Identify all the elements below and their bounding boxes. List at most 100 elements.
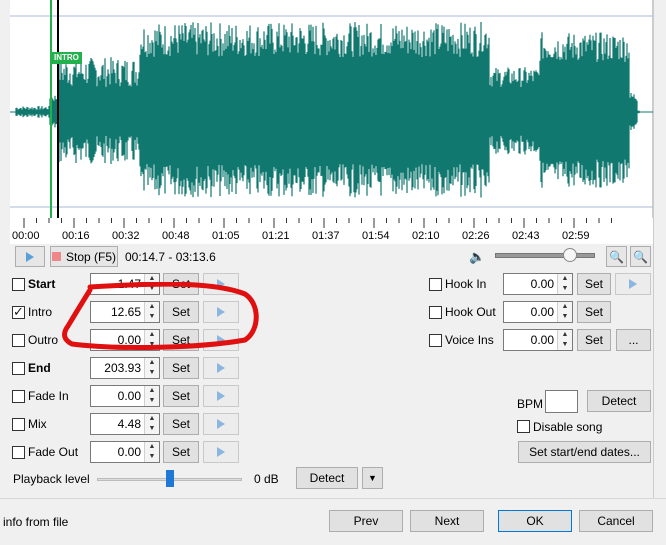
play-button[interactable] [15, 246, 45, 267]
stop-button[interactable]: Stop (F5) [50, 246, 118, 267]
fade-out-value: 0.00 [117, 445, 141, 459]
end-set-button[interactable]: Set [163, 357, 199, 379]
chevron-down-icon: ▼ [368, 473, 377, 483]
timeline-tick-label: 01:37 [312, 230, 340, 242]
bpm-input[interactable] [545, 390, 578, 413]
bpm-label: BPM [517, 397, 544, 411]
zoom-slider[interactable] [495, 253, 595, 258]
timeline-tick-label: 02:43 [512, 230, 540, 242]
timeline-tick-label: 00:00 [12, 230, 40, 242]
hook-in-value: 0.00 [530, 277, 554, 291]
red-highlight-annotation [62, 282, 259, 350]
fade-in-spinbox[interactable]: 0.00 ▲ ▼ [90, 385, 160, 407]
spin-arrows-icon[interactable]: ▲ ▼ [144, 414, 159, 434]
end-label: End [28, 361, 51, 375]
intro-label: Intro [28, 305, 53, 319]
spin-arrows-icon[interactable]: ▲ ▼ [144, 386, 159, 406]
info-from-file-label: info from file [3, 515, 69, 529]
voice-ins-set-button[interactable]: Set [577, 329, 611, 351]
timeline-tick-label: 02:10 [412, 230, 440, 242]
disable-song-checkbox[interactable] [517, 420, 530, 433]
fade-in-set-button[interactable]: Set [163, 385, 199, 407]
timeline-ruler: 00:00 00:16 00:32 00:48 01:05 01:21 01:37 01:54… [10, 218, 653, 244]
play-icon [217, 447, 225, 457]
playback-level-thumb[interactable] [165, 470, 174, 487]
start-checkbox[interactable] [12, 278, 25, 291]
outro-label: Outro [28, 333, 59, 347]
fade-out-spinbox[interactable]: 0.00 ▲ ▼ [90, 441, 160, 463]
time-range: 00:14.7 - 03:13.6 [125, 250, 216, 264]
voice-ins-spinbox[interactable]: 0.00 ▲ ▼ [503, 329, 573, 351]
next-button[interactable]: Next [410, 510, 484, 532]
ok-button[interactable]: OK [498, 510, 572, 532]
mix-spinbox[interactable]: 4.48 ▲ ▼ [90, 413, 160, 435]
stop-icon [51, 252, 61, 261]
zoom-slider-thumb[interactable] [563, 248, 577, 262]
prev-button[interactable]: Prev [329, 510, 403, 532]
play-icon [26, 251, 34, 262]
fade-out-checkbox[interactable] [12, 446, 25, 459]
timeline-tick-label: 01:05 [212, 230, 240, 242]
timeline-ticks [23, 218, 612, 228]
hook-out-set-button[interactable]: Set [577, 301, 611, 323]
hook-out-checkbox[interactable] [429, 306, 442, 319]
start-label: Start [28, 277, 56, 291]
fade-in-value: 0.00 [117, 389, 141, 403]
spin-arrows-icon[interactable]: ▲ ▼ [557, 302, 572, 322]
end-value: 203.93 [104, 361, 141, 375]
fade-in-checkbox[interactable] [12, 390, 25, 403]
zoom-out-button[interactable]: 🔍 [606, 246, 627, 267]
outro-checkbox[interactable] [12, 334, 25, 347]
waveform-graphic [10, 0, 653, 218]
play-icon [217, 363, 225, 373]
end-checkbox[interactable] [12, 362, 25, 375]
end-spinbox[interactable]: 203.93 ▲ ▼ [90, 357, 160, 379]
hook-out-value: 0.00 [530, 305, 554, 319]
play-icon [217, 419, 225, 429]
spin-arrows-icon[interactable]: ▲ ▼ [144, 358, 159, 378]
playback-db: 0 dB [254, 472, 279, 486]
timeline-tick-label: 01:54 [362, 230, 390, 242]
volume-icon: 🔈 [469, 249, 486, 264]
spin-arrows-icon[interactable]: ▲ ▼ [557, 274, 572, 294]
set-dates-button[interactable]: Set start/end dates... [518, 441, 651, 463]
hook-in-play-button[interactable] [615, 273, 651, 295]
voice-ins-value: 0.00 [530, 333, 554, 347]
playback-detect-button[interactable]: Detect [296, 467, 358, 489]
intro-checkbox[interactable] [12, 304, 25, 320]
footer-divider [0, 498, 666, 499]
zoom-out-icon: 🔍 [609, 249, 624, 264]
playback-detect-dropdown[interactable]: ▼ [362, 467, 383, 489]
fade-in-label: Fade In [28, 389, 69, 403]
stop-label: Stop (F5) [65, 249, 116, 264]
fade-out-set-button[interactable]: Set [163, 441, 199, 463]
voice-ins-label: Voice Ins [445, 333, 494, 347]
mix-play-button[interactable] [203, 413, 239, 435]
hook-out-spinbox[interactable]: 0.00 ▲ ▼ [503, 301, 573, 323]
voice-ins-checkbox[interactable] [429, 334, 442, 347]
mix-value: 4.48 [117, 417, 141, 431]
spin-arrows-icon[interactable]: ▲ ▼ [144, 442, 159, 462]
fade-out-play-button[interactable] [203, 441, 239, 463]
hook-in-spinbox[interactable]: 0.00 ▲ ▼ [503, 273, 573, 295]
waveform-view[interactable]: INTRO [10, 0, 653, 218]
zoom-in-button[interactable]: 🔍 [630, 246, 651, 267]
voice-ins-more-button[interactable]: ... [616, 329, 651, 351]
play-icon [217, 391, 225, 401]
hook-out-label: Hook Out [445, 305, 496, 319]
zoom-in-icon: 🔍 [633, 249, 648, 264]
mix-checkbox[interactable] [12, 418, 25, 431]
hook-in-set-button[interactable]: Set [577, 273, 611, 295]
fade-in-play-button[interactable] [203, 385, 239, 407]
bpm-detect-button[interactable]: Detect [587, 390, 651, 412]
cancel-button[interactable]: Cancel [579, 510, 653, 532]
timeline-tick-label: 00:32 [112, 230, 140, 242]
mix-set-button[interactable]: Set [163, 413, 199, 435]
playback-level-label: Playback level [13, 472, 90, 486]
end-play-button[interactable] [203, 357, 239, 379]
disable-song-label: Disable song [533, 420, 603, 434]
spin-arrows-icon[interactable]: ▲ ▼ [557, 330, 572, 350]
hook-in-label: Hook In [445, 277, 487, 291]
timeline-tick-label: 01:21 [262, 230, 290, 242]
hook-in-checkbox[interactable] [429, 278, 442, 291]
